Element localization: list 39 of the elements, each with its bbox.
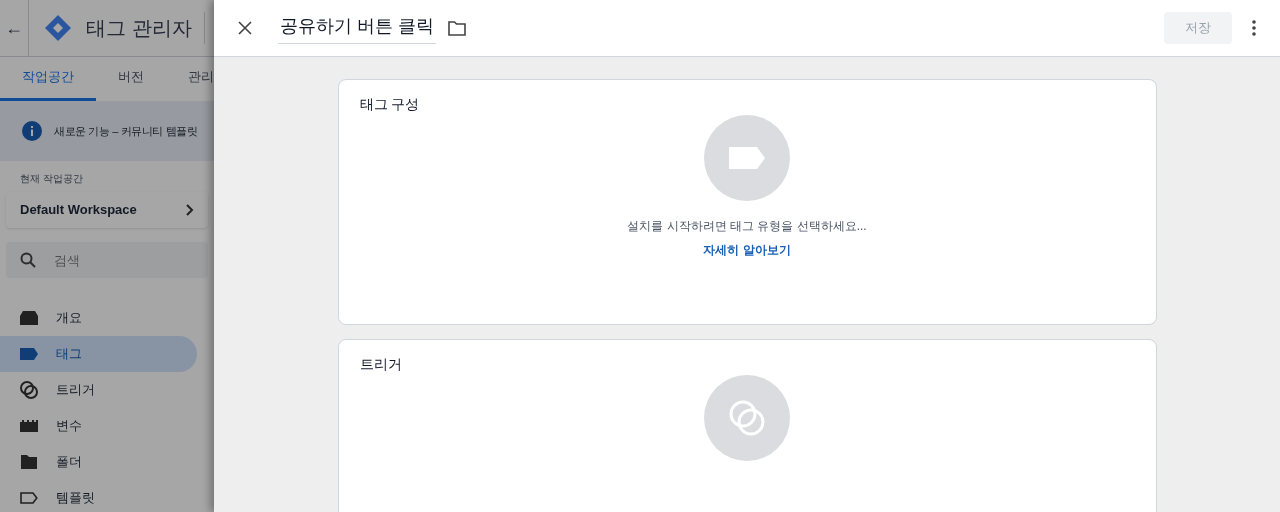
nav-label: 개요	[56, 309, 82, 328]
learn-more-link[interactable]: 자세히 알아보기	[703, 241, 791, 259]
nav-item[interactable]: 폴더	[0, 444, 197, 480]
nav-label: 트리거	[56, 381, 95, 400]
section-label: 현재 작업공간	[19, 172, 84, 186]
diamond-logo-icon	[44, 14, 72, 42]
tag-outline-icon	[20, 492, 38, 504]
banner-text: 새로운 기능 – 커뮤니티 템플릿	[54, 123, 198, 139]
more-icon[interactable]	[1252, 20, 1256, 36]
chevron-right-icon	[186, 204, 194, 216]
nav-item[interactable]: 트리거	[0, 372, 197, 408]
tray-icon	[20, 311, 38, 325]
folder-icon	[21, 455, 37, 469]
search-field[interactable]: 검색	[6, 242, 208, 278]
hint-text: 설치를 시작하려면 태그 유형을 선택하세요...	[627, 218, 867, 235]
card-title: 트리거	[359, 355, 402, 374]
tag-icon	[20, 348, 38, 360]
tab[interactable]: 관리	[166, 66, 214, 101]
circles-icon	[20, 381, 38, 399]
info-icon	[22, 121, 42, 141]
nav-label: 태그	[56, 345, 82, 364]
close-icon[interactable]	[238, 21, 252, 35]
folder-icon[interactable]	[448, 20, 466, 36]
workspace-selector[interactable]: Default Workspace	[6, 192, 208, 228]
app-title: 태그 관리자	[86, 16, 192, 41]
back-button[interactable]: ←	[0, 14, 28, 42]
blocks-icon	[20, 420, 38, 432]
nav-item[interactable]: 템플릿	[0, 480, 197, 512]
circles-icon	[728, 399, 766, 437]
nav-label: 변수	[56, 417, 82, 436]
tag-name-field[interactable]: 공유하기 버튼 클릭	[278, 12, 436, 44]
nav-item[interactable]: 개요	[0, 300, 197, 336]
nav-label: 폴더	[56, 453, 82, 472]
nav-label: 템플릿	[56, 489, 95, 508]
card-title: 태그 구성	[359, 95, 420, 114]
tab[interactable]: 버전	[96, 66, 166, 101]
nav-item[interactable]: 태그	[0, 336, 197, 372]
nav-item[interactable]: 변수	[0, 408, 197, 444]
tag-icon	[729, 147, 765, 169]
